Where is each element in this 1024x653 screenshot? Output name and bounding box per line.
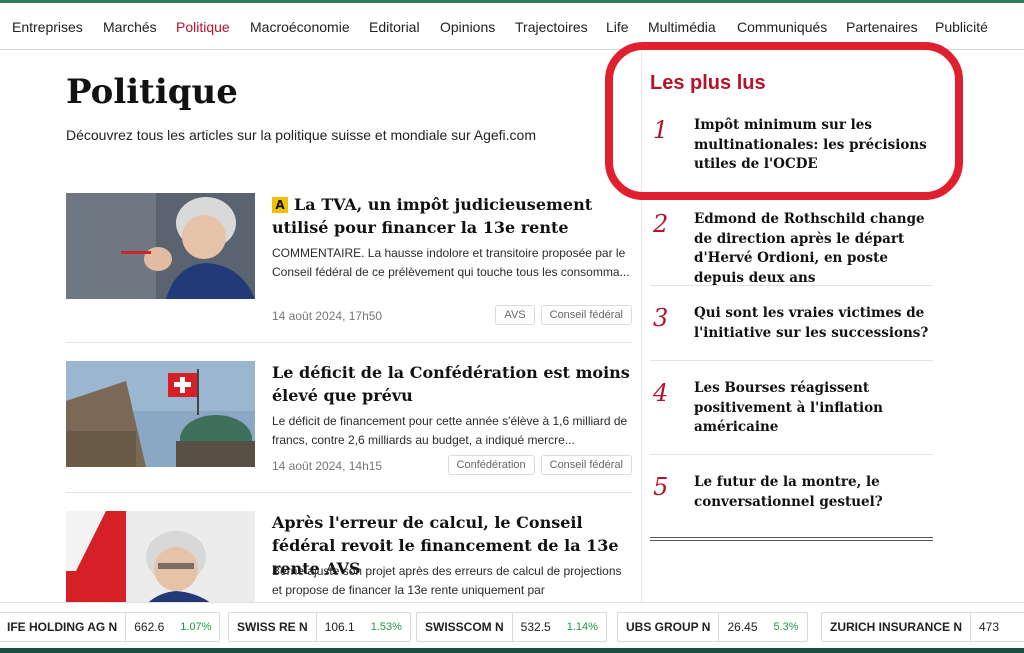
article-tags: AVS Conseil fédéral (495, 305, 632, 325)
nav-item-publicite[interactable]: Publicité (935, 19, 988, 35)
nav-item-macroeconomie[interactable]: Macroéconomie (250, 19, 350, 35)
nav-item-politique[interactable]: Politique (176, 19, 230, 35)
popular-title[interactable]: Qui sont les vraies victimes de l'initia… (694, 304, 934, 343)
ticker-name: ZURICH INSURANCE N (830, 620, 962, 634)
tag-conseil-federal[interactable]: Conseil fédéral (540, 305, 632, 325)
article-divider (66, 342, 632, 343)
popular-divider (650, 454, 933, 455)
popular-divider (650, 360, 933, 361)
ticker-change: 1.14% (566, 621, 598, 633)
nav-item-marches[interactable]: Marchés (103, 19, 157, 35)
article-title-text[interactable]: La TVA, un impôt judicieusement utilisé … (272, 195, 592, 237)
popular-title[interactable]: Edmond de Rothschild change de direction… (694, 210, 934, 288)
ticker-change: 5.3% (773, 621, 799, 633)
article-card: A La TVA, un impôt judicieusement utilisé… (66, 193, 632, 333)
popular-rank: 4 (653, 379, 669, 407)
ticker-item[interactable]: SWISS RE N 106.1 1.53% (228, 612, 411, 642)
article-title[interactable]: A La TVA, un impôt judicieusement utilisé… (272, 193, 632, 239)
article-excerpt: Berne ajuste son projet après des erreur… (272, 564, 622, 597)
nav-item-partenaires[interactable]: Partenaires (846, 19, 918, 35)
article-thumbnail[interactable] (66, 511, 255, 602)
ticker-item[interactable]: ZURICH INSURANCE N 473 (821, 612, 1024, 642)
article-thumbnail[interactable] (66, 361, 255, 467)
nav-item-entreprises[interactable]: Entreprises (12, 19, 83, 35)
nav-item-communiques[interactable]: Communiqués (737, 19, 827, 35)
ticker-name: IFE HOLDING AG N (7, 620, 118, 634)
article-title[interactable]: Le déficit de la Confédération est moins… (272, 361, 632, 407)
article-divider (66, 492, 632, 493)
ticker-price: 106.1 (315, 613, 363, 641)
ticker-name: SWISS RE N (237, 620, 308, 634)
ticker-price: 26.45 (718, 613, 765, 641)
ticker-change: 1.53% (370, 621, 402, 633)
ticker-name: UBS GROUP N (626, 620, 711, 634)
popular-rank: 5 (653, 473, 669, 501)
premium-badge-icon: A (272, 197, 288, 213)
popular-title[interactable]: Les Bourses réagissent positivement à l'… (694, 379, 934, 438)
stock-ticker: IFE HOLDING AG N 662.6 1.07% SWISS RE N … (0, 602, 1024, 648)
ticker-price: 662.6 (125, 613, 172, 641)
article-date: 14 août 2024, 17h50 (272, 309, 383, 323)
popular-rank: 3 (653, 304, 669, 332)
popular-item[interactable]: 3 Qui sont les vraies victimes de l'init… (650, 304, 933, 344)
ticker-price: 532.5 (511, 613, 559, 641)
tag-confederation[interactable]: Confédération (447, 455, 535, 475)
tag-avs[interactable]: AVS (495, 305, 535, 325)
ticker-name: SWISSCOM N (425, 620, 504, 634)
nav-item-opinions[interactable]: Opinions (440, 19, 495, 35)
popular-divider (650, 285, 933, 286)
tag-conseil-federal[interactable]: Conseil fédéral (540, 455, 632, 475)
highlight-annotation (605, 42, 963, 200)
ticker-change: 1.07% (180, 621, 212, 633)
popular-title[interactable]: Le futur de la montre, le conversationne… (694, 473, 934, 512)
article-date: 14 août 2024, 14h15 (272, 459, 383, 473)
nav-item-life[interactable]: Life (606, 19, 629, 35)
popular-end-rule (650, 537, 933, 541)
nav-item-trajectoires[interactable]: Trajectoires (515, 19, 588, 35)
popular-item[interactable]: 2 Edmond de Rothschild change de directi… (650, 210, 933, 286)
nav-item-multimedia[interactable]: Multimédia (648, 19, 716, 35)
ticker-item[interactable]: UBS GROUP N 26.45 5.3% (617, 612, 808, 642)
ticker-price: 473 (970, 613, 1007, 641)
article-excerpt: COMMENTAIRE. La hausse indolore et trans… (272, 246, 630, 279)
article-excerpt: Le déficit de financement pour cette ann… (272, 414, 628, 447)
popular-item[interactable]: 5 Le futur de la montre, le conversation… (650, 473, 933, 513)
bottom-strip (0, 648, 1024, 653)
ticker-item[interactable]: SWISSCOM N 532.5 1.14% (416, 612, 607, 642)
article-card: Après l'erreur de calcul, le Conseil féd… (66, 511, 632, 602)
page-title: Politique (66, 72, 238, 112)
article-tags: Confédération Conseil fédéral (447, 455, 632, 475)
popular-rank: 2 (653, 210, 669, 238)
page-description: Découvrez tous les articles sur la polit… (66, 127, 536, 143)
popular-item[interactable]: 4 Les Bourses réagissent positivement à … (650, 379, 933, 439)
article-thumbnail[interactable] (66, 193, 255, 299)
ticker-item[interactable]: IFE HOLDING AG N 662.6 1.07% (0, 612, 221, 642)
article-card: Le déficit de la Confédération est moins… (66, 361, 632, 481)
nav-item-editorial[interactable]: Editorial (369, 19, 420, 35)
